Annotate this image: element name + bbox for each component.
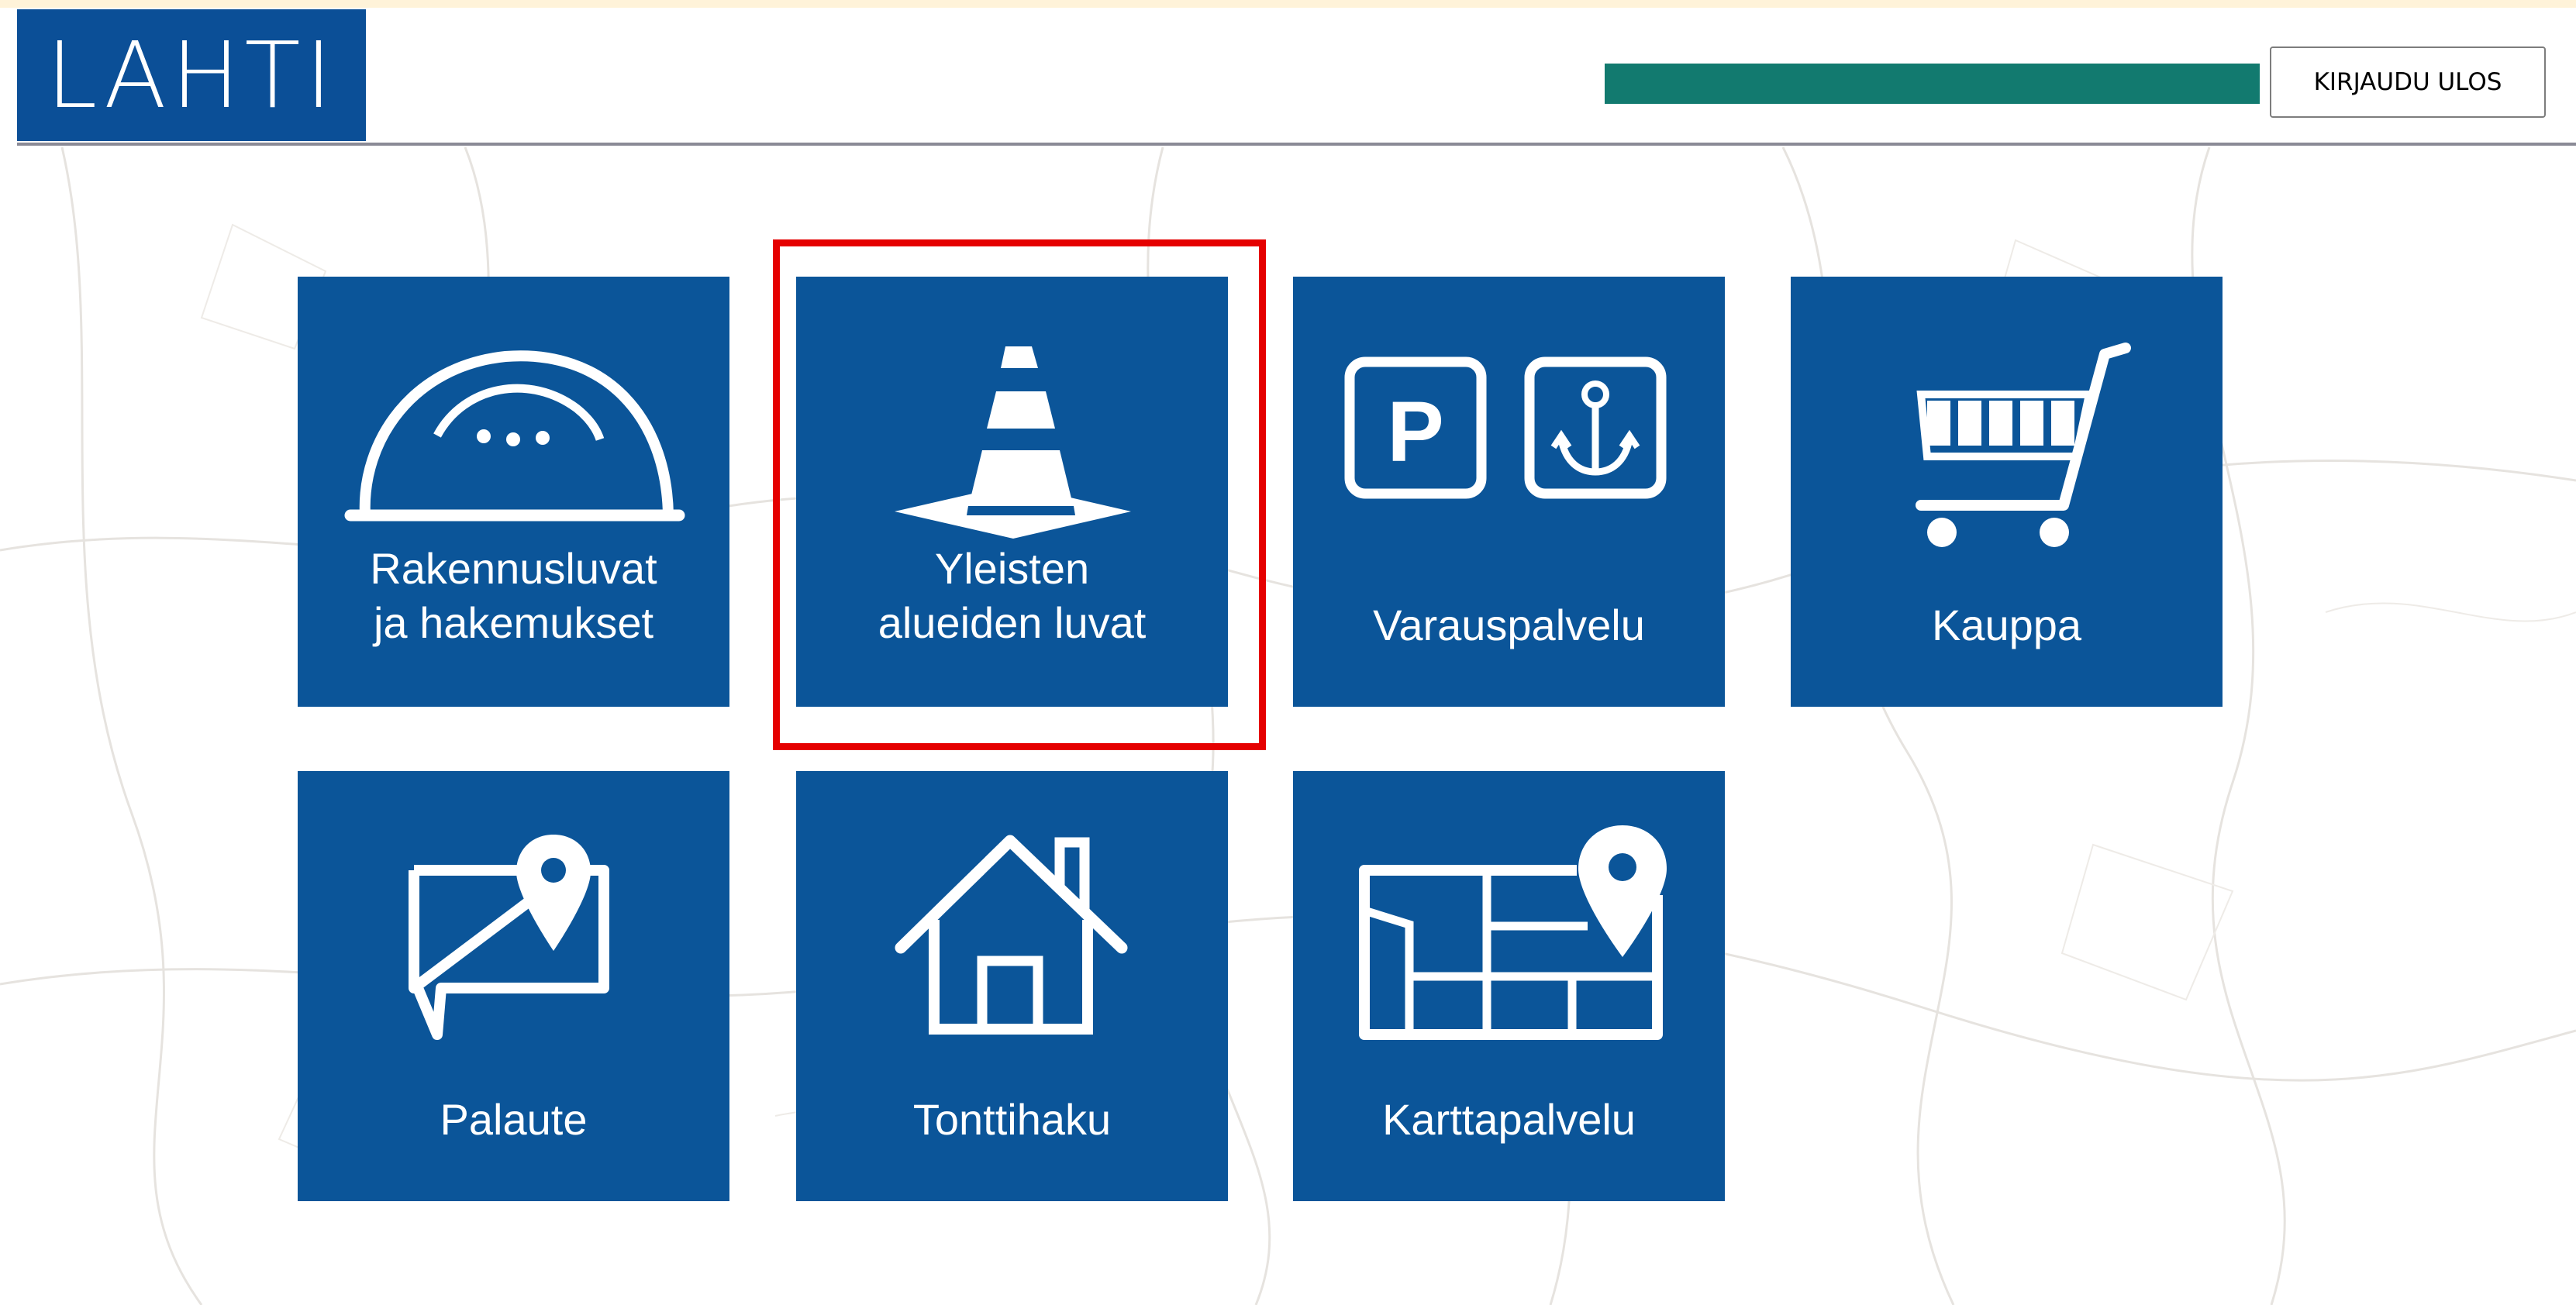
hard-hat-icon — [344, 350, 685, 522]
tile-building-permits[interactable]: Rakennusluvat ja hakemukset — [298, 277, 729, 707]
tile-feedback[interactable]: Palaute — [298, 771, 729, 1201]
tile-shop[interactable]: Kauppa — [1791, 277, 2223, 707]
tile-label: Rakennusluvat ja hakemukset — [370, 544, 657, 647]
tile-label: Varauspalvelu — [1373, 601, 1645, 649]
header-divider — [17, 143, 2576, 146]
logout-button[interactable]: KIRJAUDU ULOS — [2270, 46, 2546, 118]
user-name-bar — [1605, 64, 2260, 104]
top-strip — [0, 0, 2576, 8]
tile-map-service[interactable]: Karttapalvelu — [1293, 771, 1725, 1201]
highlight-box — [773, 239, 1266, 750]
tile-label: Tonttihaku — [912, 1095, 1112, 1144]
tile-label: Kauppa — [1931, 601, 2082, 649]
lahti-logo[interactable]: LAHTI — [17, 9, 366, 141]
tile-label: Palaute — [440, 1095, 588, 1144]
feedback-pin-icon — [409, 835, 609, 1040]
tile-plot-search[interactable]: Tonttihaku — [796, 771, 1228, 1201]
tile-reservation-service[interactable]: P Varauspalvelu — [1293, 277, 1725, 707]
map-pin-icon — [1359, 825, 1667, 1040]
tile-label: Karttapalvelu — [1382, 1095, 1636, 1144]
parking-anchor-icon: P — [1344, 356, 1667, 499]
shopping-cart-icon — [1916, 343, 2131, 547]
house-icon — [895, 835, 1128, 1035]
svg-text:P: P — [1387, 384, 1443, 480]
